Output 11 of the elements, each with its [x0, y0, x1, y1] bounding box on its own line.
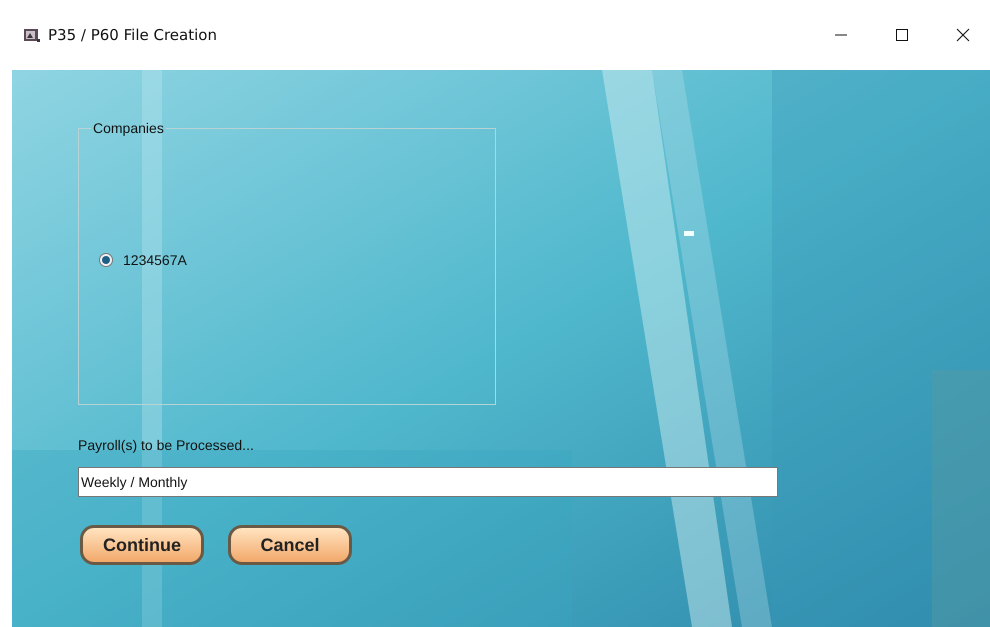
input-field[interactable]: Weekly / Monthly — [78, 467, 778, 497]
minimize-icon — [834, 34, 848, 36]
maximize-icon — [894, 28, 908, 42]
close-icon — [956, 28, 970, 42]
group-title: Companies — [92, 120, 165, 136]
continue-button[interactable]: Continue — [80, 525, 204, 565]
cancel-button[interactable]: Cancel — [228, 525, 352, 565]
field-label: Payroll(s) to be Processed... — [78, 437, 255, 453]
radio-label: 1234567A — [123, 252, 187, 268]
app-icon — [23, 27, 41, 43]
window-title: P35 / P60 File Creation — [48, 26, 217, 44]
